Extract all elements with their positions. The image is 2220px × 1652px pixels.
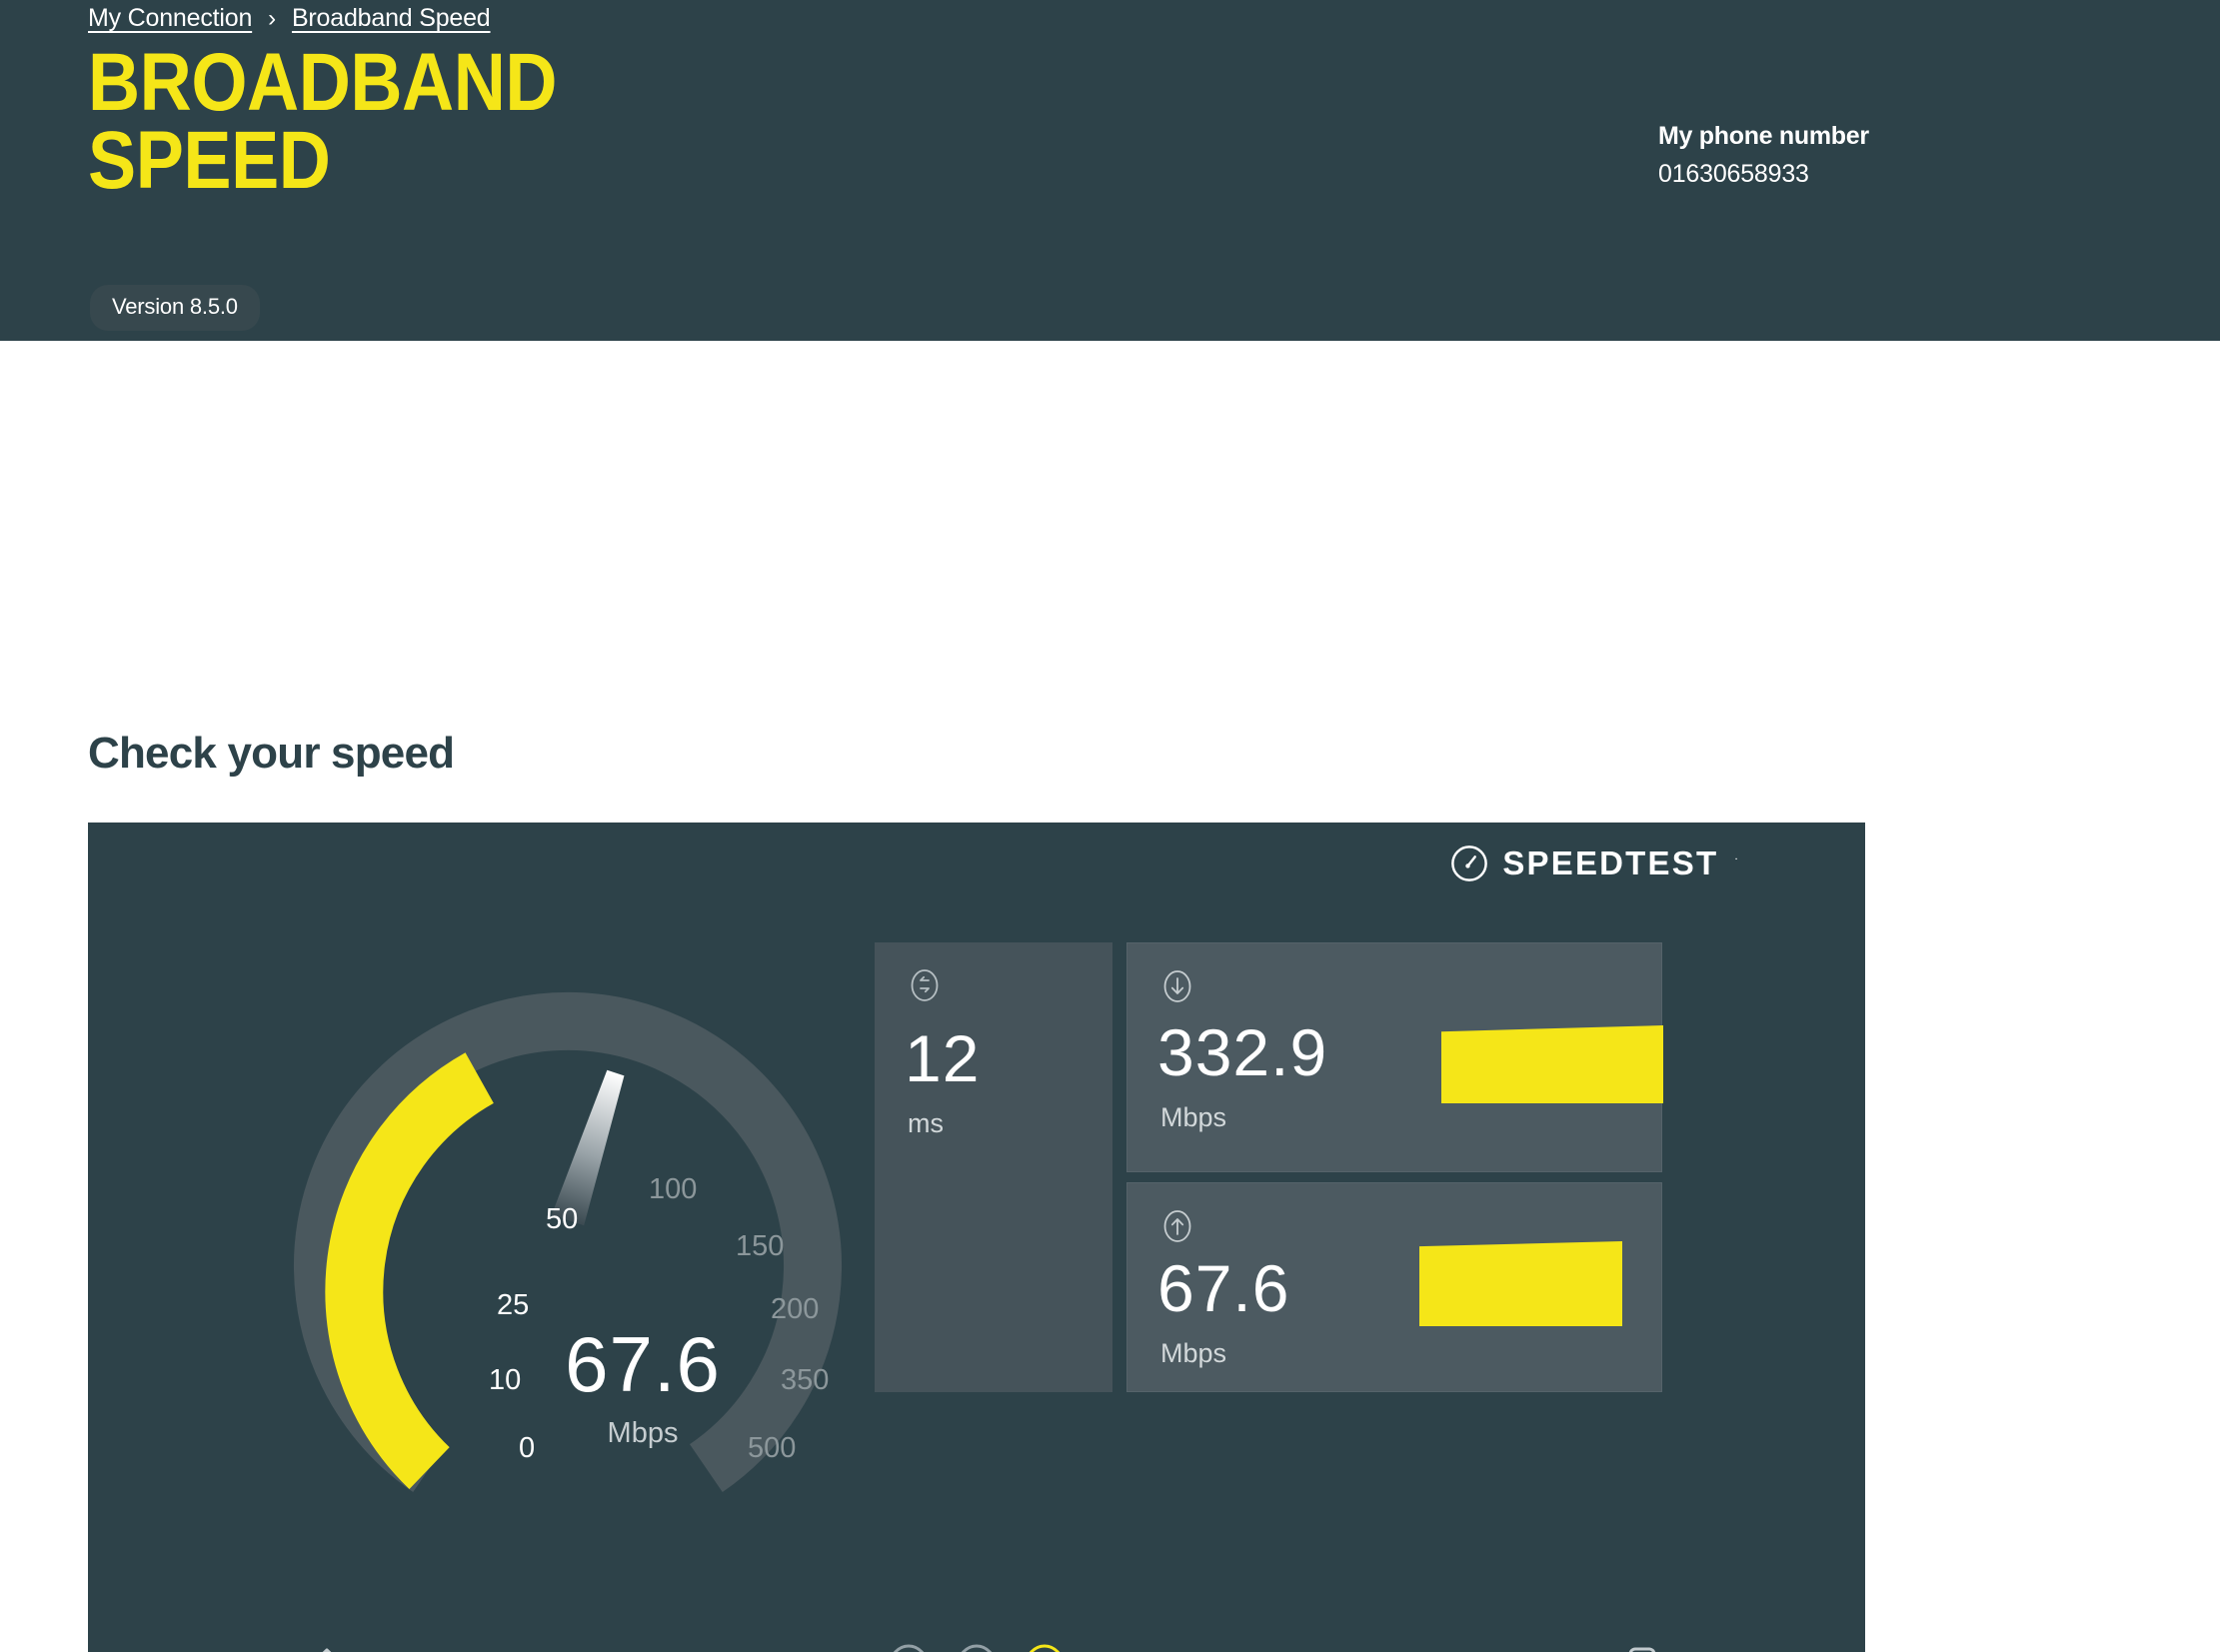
speedtest-trademark-mark: ˙ — [1734, 855, 1739, 871]
server-rack-icon[interactable] — [1608, 1644, 1658, 1652]
gauge-tick-200: 200 — [771, 1293, 820, 1325]
speedtest-panel: SPEEDTEST ˙ 50 100 150 25 200 10 350 0 5… — [88, 823, 1865, 1652]
stat-card-ping: 12 ms — [875, 942, 1112, 1392]
ping-icon[interactable] — [881, 1642, 937, 1652]
stat-card-upload: 67.6 Mbps — [1126, 1182, 1662, 1392]
speedtest-stats: 12 ms 332.9 Mbps 67.6 Mbps — [875, 942, 1664, 1392]
stat-unit-ping: ms — [908, 1108, 944, 1138]
upload-arrow-icon[interactable] — [1017, 1642, 1073, 1652]
page-header: My Connection › Broadband Speed BROADBAN… — [0, 0, 2220, 341]
page-title: BROADBAND SPEED — [88, 42, 558, 202]
stat-card-download: 332.9 Mbps — [1126, 942, 1663, 1172]
page-heading-check-your-speed: Check your speed — [88, 729, 455, 778]
version-badge: Version 8.5.0 — [90, 285, 260, 331]
download-sparkline — [1441, 1025, 1663, 1103]
speedtest-logo: SPEEDTEST ˙ — [1450, 844, 1739, 882]
stat-value-upload: 67.6 — [1157, 1251, 1290, 1325]
gauge-needle — [551, 1069, 625, 1226]
gauge-unit: Mbps — [607, 1417, 679, 1449]
stat-value-ping: 12 — [905, 1021, 981, 1095]
upload-arrow-icon — [1163, 1210, 1191, 1242]
gauge-tick-100: 100 — [649, 1173, 698, 1205]
speedometer-icon — [1451, 845, 1488, 881]
test-phase-icons — [88, 1642, 1865, 1652]
gauge-tick-150: 150 — [736, 1230, 785, 1262]
gauge-tick-25: 25 — [497, 1289, 530, 1321]
breadcrumb-broadband-speed[interactable]: Broadband Speed — [292, 4, 491, 33]
breadcrumb-my-connection[interactable]: My Connection — [88, 4, 252, 33]
phone-number-label: My phone number — [1658, 122, 1869, 150]
ping-icon — [911, 969, 939, 1001]
stat-value-download: 332.9 — [1157, 1015, 1328, 1089]
speedtest-wordmark: SPEEDTEST — [1502, 844, 1719, 881]
phone-number-value: 01630658933 — [1658, 160, 1809, 188]
chevron-right-icon: › — [268, 4, 276, 32]
speedtest-controls — [88, 1640, 1865, 1652]
stat-unit-upload: Mbps — [1160, 1338, 1227, 1368]
gauge-tick-50: 50 — [546, 1203, 579, 1235]
phone-number-block: My phone number 01630658933 — [1658, 122, 1869, 189]
download-arrow-icon[interactable] — [949, 1642, 1005, 1652]
download-arrow-icon — [1163, 970, 1191, 1002]
stat-unit-download: Mbps — [1160, 1102, 1227, 1132]
upload-sparkline — [1419, 1241, 1622, 1326]
breadcrumb: My Connection › Broadband Speed — [88, 4, 491, 33]
page-title-line-2: SPEED — [88, 114, 331, 206]
